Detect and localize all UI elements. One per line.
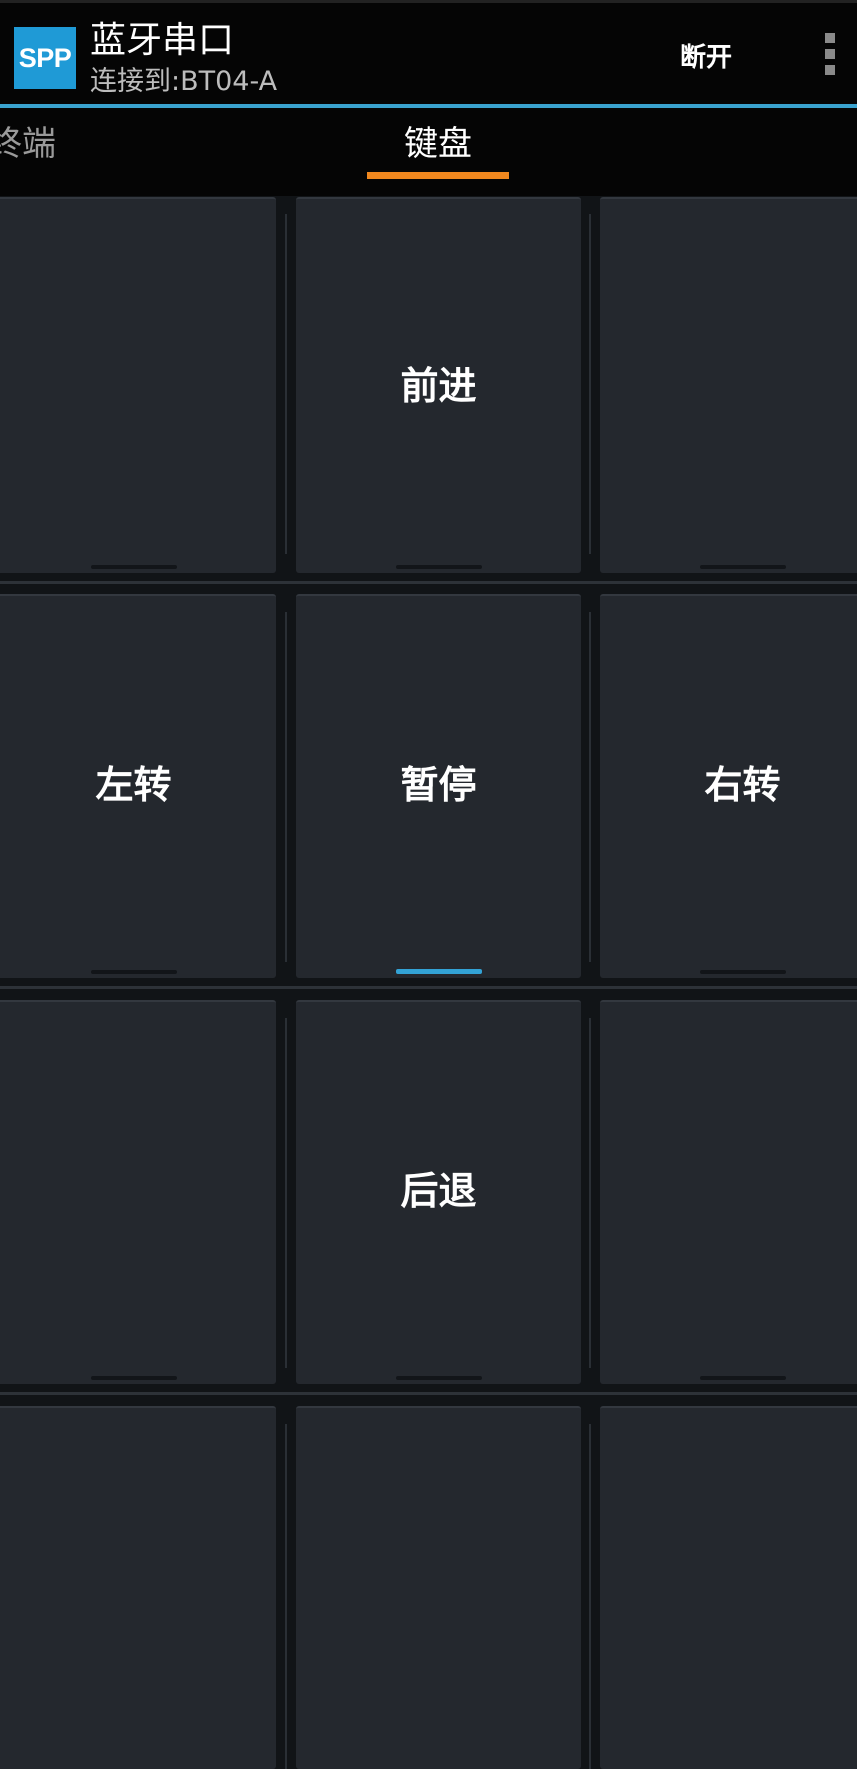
- key-turn-right[interactable]: 右转: [600, 594, 857, 978]
- tab-terminal[interactable]: 终端: [0, 108, 56, 196]
- key-r1-c1[interactable]: [0, 197, 276, 573]
- key-indicator: [395, 565, 482, 569]
- key-indicator: [699, 970, 786, 974]
- key-r4-c1[interactable]: [0, 1406, 276, 1769]
- row-divider: [0, 581, 857, 584]
- column-divider: [589, 612, 591, 962]
- column-divider: [285, 214, 287, 554]
- tab-selected-indicator: [367, 172, 509, 179]
- key-indicator: [90, 565, 177, 569]
- key-forward[interactable]: 前进: [296, 197, 581, 573]
- key-indicator: [90, 970, 177, 974]
- keyboard-grid: 前进 左转 暂停 右转 后退: [0, 196, 857, 1769]
- column-divider: [285, 1424, 287, 1769]
- column-divider: [285, 1018, 287, 1368]
- key-pause[interactable]: 暂停: [296, 594, 581, 978]
- column-divider: [589, 1424, 591, 1769]
- key-label: 右转: [704, 763, 781, 807]
- disconnect-button[interactable]: 断开: [660, 33, 752, 83]
- key-indicator: [90, 1376, 177, 1380]
- tab-bar: 终端 键盘: [0, 108, 857, 196]
- app-title: 蓝牙串口: [90, 20, 235, 61]
- column-divider: [589, 1018, 591, 1368]
- key-label: 左转: [95, 763, 172, 807]
- key-label: 后退: [400, 1169, 477, 1213]
- row-divider: [0, 986, 857, 989]
- key-r3-c1[interactable]: [0, 1000, 276, 1384]
- key-label: 前进: [400, 364, 477, 408]
- key-backward[interactable]: 后退: [296, 1000, 581, 1384]
- app-icon: SPP: [14, 27, 76, 89]
- key-turn-left[interactable]: 左转: [0, 594, 276, 978]
- key-r1-c3[interactable]: [600, 197, 857, 573]
- key-indicator: [699, 1376, 786, 1380]
- tab-keyboard[interactable]: 键盘: [368, 108, 508, 196]
- column-divider: [589, 214, 591, 554]
- column-divider: [285, 612, 287, 962]
- connection-status: 连接到:BT04-A: [90, 66, 278, 97]
- key-indicator: [395, 1376, 482, 1380]
- key-r4-c2[interactable]: [296, 1406, 581, 1769]
- key-r3-c3[interactable]: [600, 1000, 857, 1384]
- key-active-indicator: [395, 969, 482, 974]
- key-r4-c3[interactable]: [600, 1406, 857, 1769]
- key-indicator: [699, 565, 786, 569]
- row-divider: [0, 1392, 857, 1395]
- key-label: 暂停: [400, 763, 477, 807]
- overflow-menu-icon[interactable]: [818, 33, 842, 85]
- action-bar: SPP 蓝牙串口 连接到:BT04-A 断开: [0, 0, 857, 104]
